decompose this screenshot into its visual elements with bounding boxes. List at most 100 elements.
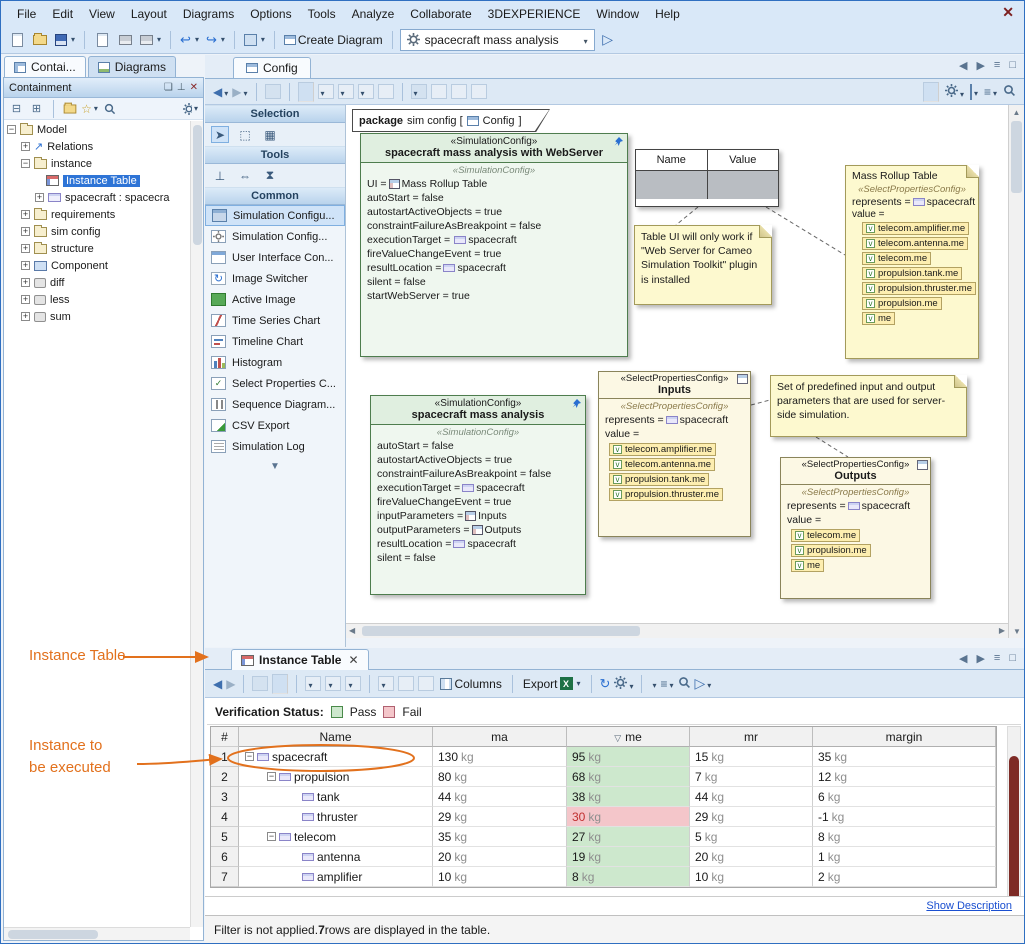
create-diagram-button[interactable]: Create Diagram [282, 29, 385, 51]
delete-element-icon[interactable] [345, 676, 361, 691]
property-constraint-failure[interactable]: constraintFailureAsBreakpoint = false [361, 219, 627, 233]
add-column-icon[interactable] [378, 676, 394, 691]
show-in-tree-icon[interactable] [252, 676, 268, 691]
close-window-icon[interactable]: ✕ [1002, 4, 1014, 21]
close-panel-icon[interactable]: ✕ [190, 82, 198, 93]
property-execution-target[interactable]: executionTarget = spacecraft [371, 481, 585, 495]
open-project-button[interactable] [30, 29, 50, 51]
value-chip[interactable]: telecom.antenna.me [862, 237, 968, 250]
print-button[interactable] [115, 29, 135, 51]
represents-property[interactable]: represents = spacecraft [781, 499, 930, 513]
value-chip[interactable]: propulsion.me [862, 297, 942, 310]
containment-line-tool-icon[interactable] [358, 84, 374, 99]
cell-name[interactable]: thruster [239, 807, 433, 827]
diagram-settings-button[interactable] [945, 84, 964, 100]
palette-selection-header[interactable]: Selection [205, 105, 345, 123]
columns-button[interactable]: Columns [438, 673, 503, 695]
wait-tool-icon[interactable]: ⧗ [261, 167, 279, 184]
tab-containment[interactable]: Contai... [4, 56, 86, 77]
list-options-button[interactable]: ≡ [984, 85, 997, 99]
cell-mr[interactable]: 44kg [690, 787, 813, 807]
palette-item-sequence-diagram[interactable]: Sequence Diagram... [205, 394, 345, 415]
cell-mr[interactable]: 7kg [690, 767, 813, 787]
tree-item-diff[interactable]: diff [4, 274, 190, 291]
show-description-link[interactable]: Show Description [926, 900, 1012, 912]
property-result-location[interactable]: resultLocation = spacecraft [361, 261, 627, 275]
float-panel-icon[interactable]: ❏ [164, 82, 173, 93]
cell-ma[interactable]: 44kg [433, 787, 567, 807]
cell-mr[interactable]: 20kg [690, 847, 813, 867]
simulation-config-webserver-box[interactable]: «SimulationConfig» spacecraft mass analy… [360, 133, 628, 357]
validation-icon[interactable] [923, 82, 939, 102]
tab-instance-table[interactable]: Instance Table ✕ [231, 649, 369, 670]
dependency-tool-icon[interactable] [318, 84, 334, 99]
show-containment-icon[interactable] [265, 84, 281, 99]
palette-item-csv-export[interactable]: CSV Export [205, 415, 345, 436]
webserver-plugin-note[interactable]: Table UI will only work if "Web Server f… [634, 225, 772, 305]
menu-view[interactable]: View [81, 3, 123, 25]
parameters-note[interactable]: Set of predefined input and output param… [770, 375, 967, 437]
menu-window[interactable]: Window [588, 3, 647, 25]
cell-margin[interactable]: 1kg [813, 847, 996, 867]
table-row-propulsion[interactable]: 2 propulsion 80kg 68kg 7kg 12kg [211, 767, 996, 787]
canvas-vertical-scrollbar[interactable]: ▲ ▼ [1008, 105, 1024, 638]
value-chip[interactable]: telecom.amplifier.me [862, 222, 969, 235]
scroll-right-icon[interactable]: ▶ [999, 626, 1005, 635]
value-chip[interactable]: telecom.antenna.me [609, 458, 715, 471]
tree-item-sum[interactable]: sum [4, 308, 190, 325]
palette-item-simulation-log[interactable]: Simulation Log [205, 436, 345, 457]
collapse-icon[interactable] [21, 159, 30, 168]
palette-item-image-switcher[interactable]: ↻Image Switcher [205, 268, 345, 289]
back-button[interactable]: ◀ [213, 677, 222, 691]
print-preview-button[interactable] [138, 29, 163, 51]
menu-file[interactable]: File [9, 3, 44, 25]
lock-tool-icon[interactable] [451, 84, 467, 99]
property-autostart-active-objects[interactable]: autostartActiveObjects = true [361, 205, 627, 219]
run-simulation-button[interactable]: ▷ [598, 29, 618, 51]
maximize-view-icon[interactable]: □ [1009, 59, 1016, 72]
collapse-icon[interactable] [267, 772, 276, 781]
property-silent[interactable]: silent = false [371, 551, 585, 565]
cell-ma[interactable]: 80kg [433, 767, 567, 787]
cell-mr[interactable]: 5kg [690, 827, 813, 847]
cell-margin[interactable]: 8kg [813, 827, 996, 847]
cell-ma[interactable]: 130kg [433, 747, 567, 767]
value-chip[interactable]: telecom.me [862, 252, 931, 265]
tree-item-spacecraft[interactable]: spacecraft : spacecra [4, 189, 190, 206]
cell-me[interactable]: 8kg [567, 867, 690, 887]
next-tab-icon[interactable]: ▶ [976, 652, 984, 665]
redo-button[interactable]: ↪ [204, 29, 227, 51]
cell-mr[interactable]: 15kg [690, 747, 813, 767]
expand-icon[interactable] [21, 210, 30, 219]
sticky-tool-icon[interactable]: ⊥ [211, 167, 229, 184]
cell-margin[interactable]: 2kg [813, 867, 996, 887]
add-element-icon[interactable] [325, 676, 341, 691]
value-chip[interactable]: me [862, 312, 895, 325]
header-name[interactable]: Name [239, 727, 433, 747]
cell-ma[interactable]: 35kg [433, 827, 567, 847]
value-chip[interactable]: me [791, 559, 824, 572]
expand-icon[interactable] [21, 278, 30, 287]
validation-icon[interactable] [272, 674, 288, 694]
cell-ma[interactable]: 10kg [433, 867, 567, 887]
ui-table-widget[interactable]: Name Value [635, 149, 779, 207]
expand-icon[interactable] [35, 193, 44, 202]
expand-icon[interactable] [21, 295, 30, 304]
table-search-button[interactable] [678, 676, 691, 692]
value-chip[interactable]: telecom.amplifier.me [609, 443, 716, 456]
table-row-amplifier[interactable]: 7 amplifier 10kg 8kg 10kg 2kg [211, 867, 996, 887]
mass-rollup-table-note[interactable]: Mass Rollup Table «SelectPropertiesConfi… [845, 165, 979, 359]
menu-options[interactable]: Options [242, 3, 299, 25]
cell-name[interactable]: telecom [239, 827, 433, 847]
tree-vertical-scrollbar[interactable] [190, 121, 203, 927]
open-in-tree-icon[interactable] [64, 104, 77, 113]
cell-name[interactable]: amplifier [239, 867, 433, 887]
palette-item-time-series-chart[interactable]: Time Series Chart [205, 310, 345, 331]
menu-diagrams[interactable]: Diagrams [175, 3, 242, 25]
header-number[interactable]: # [211, 727, 239, 747]
tab-config-diagram[interactable]: Config [233, 57, 311, 78]
property-autostart[interactable]: autoStart = false [361, 191, 627, 205]
value-chip[interactable]: propulsion.tank.me [862, 267, 962, 280]
table-row-spacecraft[interactable]: 1 spacecraft 130kg 95kg 15kg 35kg [211, 747, 996, 767]
select-properties-inputs-box[interactable]: «SelectPropertiesConfig» Inputs «SelectP… [598, 371, 751, 537]
